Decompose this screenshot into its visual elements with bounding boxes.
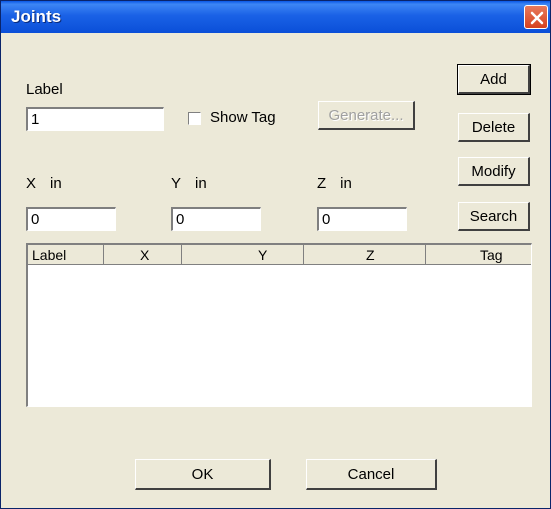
x-input[interactable] bbox=[26, 207, 116, 231]
y-axis-label: Y bbox=[171, 175, 182, 192]
ok-button[interactable]: OK bbox=[135, 459, 271, 490]
column-tag[interactable]: Tag bbox=[426, 245, 531, 265]
z-axis-label: Z bbox=[317, 175, 327, 192]
y-input[interactable] bbox=[171, 207, 261, 231]
z-unit: in bbox=[340, 175, 352, 192]
close-button[interactable] bbox=[524, 5, 548, 29]
y-unit: in bbox=[195, 175, 207, 192]
x-axis-label: X bbox=[26, 175, 37, 192]
joints-list[interactable]: Label X Y Z Tag bbox=[26, 243, 532, 407]
column-label[interactable]: Label bbox=[28, 245, 104, 265]
title-bar[interactable]: Joints bbox=[1, 1, 550, 33]
label-input[interactable] bbox=[26, 107, 164, 131]
z-input[interactable] bbox=[317, 207, 407, 231]
modify-button[interactable]: Modify bbox=[458, 157, 530, 186]
show-tag-label: Show Tag bbox=[210, 109, 276, 126]
x-unit: in bbox=[50, 175, 62, 192]
close-icon bbox=[530, 11, 544, 25]
z-label: Zin bbox=[317, 175, 352, 192]
generate-button[interactable]: Generate... bbox=[318, 101, 415, 130]
column-y[interactable]: Y bbox=[182, 245, 304, 265]
show-tag-checkbox[interactable] bbox=[188, 112, 201, 125]
joints-dialog: Joints Label Show Tag Generate... Xin Yi… bbox=[0, 0, 551, 509]
delete-button[interactable]: Delete bbox=[458, 113, 530, 142]
column-x[interactable]: X bbox=[104, 245, 182, 265]
cancel-button[interactable]: Cancel bbox=[306, 459, 437, 490]
column-z[interactable]: Z bbox=[304, 245, 426, 265]
list-header: Label X Y Z Tag bbox=[28, 245, 531, 265]
search-button[interactable]: Search bbox=[458, 202, 530, 231]
y-label: Yin bbox=[171, 175, 207, 192]
x-label: Xin bbox=[26, 175, 62, 192]
window-title: Joints bbox=[11, 7, 62, 26]
label-caption: Label bbox=[26, 81, 63, 98]
add-button[interactable]: Add bbox=[457, 64, 531, 95]
